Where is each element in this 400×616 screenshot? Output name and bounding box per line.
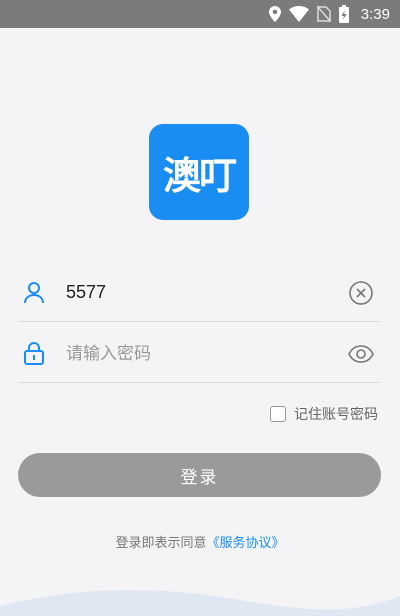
username-field: [18, 262, 380, 322]
app-logo: 澳叮: [149, 124, 249, 220]
password-field: [18, 323, 380, 383]
password-input[interactable]: [66, 337, 326, 369]
agreement-prefix: 登录即表示同意: [115, 536, 207, 551]
status-time: 3:39: [360, 5, 390, 23]
no-sim-icon: [316, 6, 331, 22]
user-icon: [22, 280, 46, 304]
login-button[interactable]: 登录: [18, 453, 381, 497]
status-bar: 3:39: [0, 0, 400, 28]
wifi-icon: [288, 6, 309, 22]
remember-label: 记住账号密码: [294, 407, 378, 423]
clear-icon[interactable]: [348, 280, 374, 306]
bottom-wave-decoration: [0, 590, 400, 616]
remember-credentials[interactable]: 记住账号密码: [270, 404, 378, 424]
battery-charging-icon: [338, 5, 349, 23]
service-agreement-link[interactable]: 《服务协议》: [207, 536, 285, 551]
app-logo-text: 澳叮: [162, 153, 237, 198]
remember-checkbox[interactable]: [270, 406, 286, 422]
lock-icon: [22, 341, 46, 365]
agreement-text: 登录即表示同意《服务协议》: [0, 532, 400, 551]
username-input[interactable]: [66, 276, 326, 308]
eye-icon[interactable]: [348, 341, 374, 367]
location-icon: [268, 6, 281, 22]
